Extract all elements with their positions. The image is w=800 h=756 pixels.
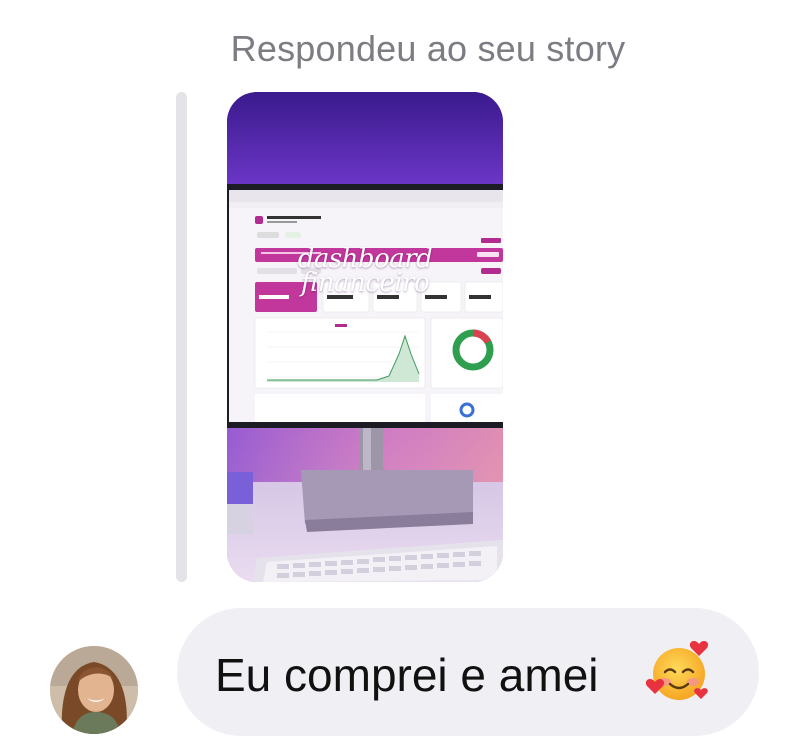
- message-bubble[interactable]: Eu comprei e amei: [177, 608, 759, 736]
- story-title-line1: dashboard: [297, 244, 433, 274]
- smiling-face-with-hearts-icon: [645, 641, 709, 700]
- story-title-line2: financeiro: [300, 268, 430, 298]
- avatar-photo: [50, 646, 138, 734]
- message-text: Eu comprei e amei: [215, 649, 599, 701]
- story-reply-label: Respondeu ao seu story: [230, 28, 626, 69]
- story-photo: [227, 92, 503, 582]
- avatar[interactable]: [50, 646, 138, 734]
- story-thumbnail[interactable]: dashboard financeiro: [227, 92, 503, 582]
- reply-indicator-bar: [176, 92, 187, 582]
